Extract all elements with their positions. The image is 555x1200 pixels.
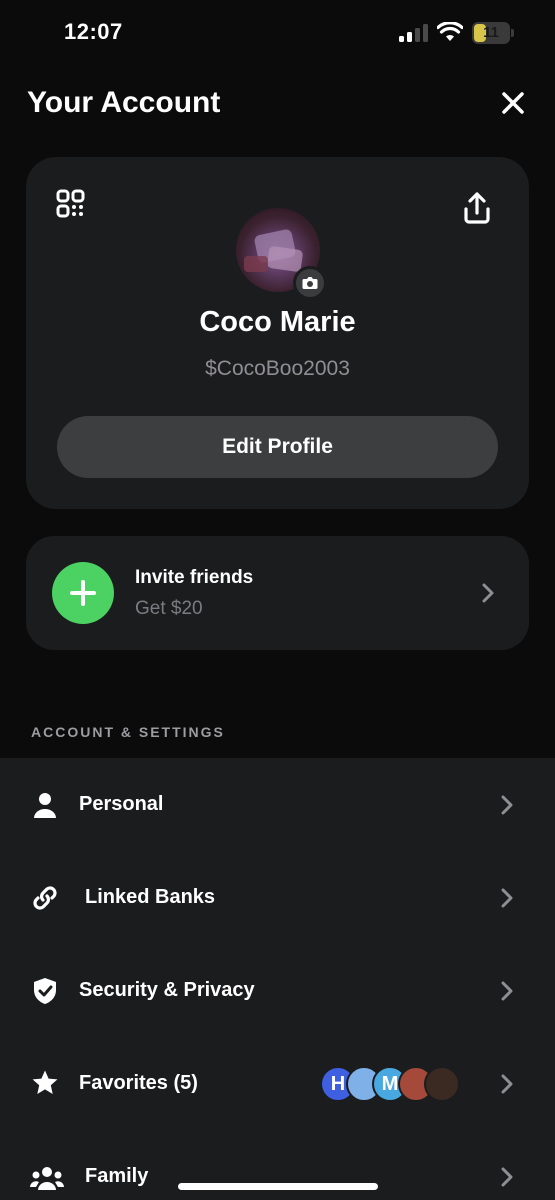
status-bar: 12:07 11 xyxy=(0,0,555,64)
chevron-right-icon xyxy=(482,583,494,603)
link-icon xyxy=(33,886,57,910)
home-indicator[interactable] xyxy=(178,1183,378,1190)
close-icon[interactable] xyxy=(496,86,530,120)
favorite-avatar xyxy=(424,1066,460,1102)
edit-profile-button[interactable]: Edit Profile xyxy=(57,416,498,478)
profile-cashtag: $CocoBoo2003 xyxy=(205,357,350,380)
chevron-right-icon xyxy=(501,1074,513,1094)
invite-title: Invite friends xyxy=(135,567,254,588)
profile-name: Coco Marie xyxy=(199,306,356,338)
chevron-right-icon xyxy=(501,888,513,908)
camera-icon[interactable] xyxy=(293,266,327,300)
star-icon xyxy=(32,1070,58,1094)
family-icon xyxy=(30,1167,64,1190)
settings-item-favorites[interactable]: Favorites (5) H M xyxy=(0,1037,555,1130)
shield-check-icon xyxy=(34,978,56,1004)
invite-friends-card[interactable]: Invite friends Get $20 xyxy=(26,536,529,650)
qr-code-icon[interactable] xyxy=(56,189,86,219)
settings-item-label: Linked Banks xyxy=(85,886,216,908)
page-title: Your Account xyxy=(27,86,221,119)
settings-item-label: Family xyxy=(85,1165,149,1187)
section-header-account-settings: ACCOUNT & SETTINGS xyxy=(31,724,225,740)
settings-item-personal[interactable]: Personal xyxy=(0,758,555,851)
settings-item-label: Favorites (5) xyxy=(79,1072,198,1094)
battery-indicator: 11 xyxy=(472,22,514,44)
person-icon xyxy=(34,793,56,818)
favorites-avatar-stack: H M xyxy=(320,1066,465,1102)
settings-item-linked-banks[interactable]: Linked Banks xyxy=(0,851,555,944)
plus-icon xyxy=(52,562,114,624)
wifi-icon xyxy=(437,22,463,41)
settings-item-label: Security & Privacy xyxy=(79,979,255,1001)
chevron-right-icon xyxy=(501,981,513,1001)
share-icon[interactable] xyxy=(462,191,492,225)
chevron-right-icon xyxy=(501,795,513,815)
settings-list: Personal Linked Banks Security & Privacy… xyxy=(0,758,555,1200)
settings-item-security-privacy[interactable]: Security & Privacy xyxy=(0,944,555,1037)
cellular-signal-icon xyxy=(399,24,428,42)
settings-item-label: Personal xyxy=(79,793,164,815)
profile-card: Coco Marie $CocoBoo2003 Edit Profile xyxy=(26,157,529,509)
chevron-right-icon xyxy=(501,1167,513,1187)
battery-level: 11 xyxy=(483,24,499,41)
invite-subtitle: Get $20 xyxy=(135,598,203,619)
status-time: 12:07 xyxy=(64,19,123,44)
